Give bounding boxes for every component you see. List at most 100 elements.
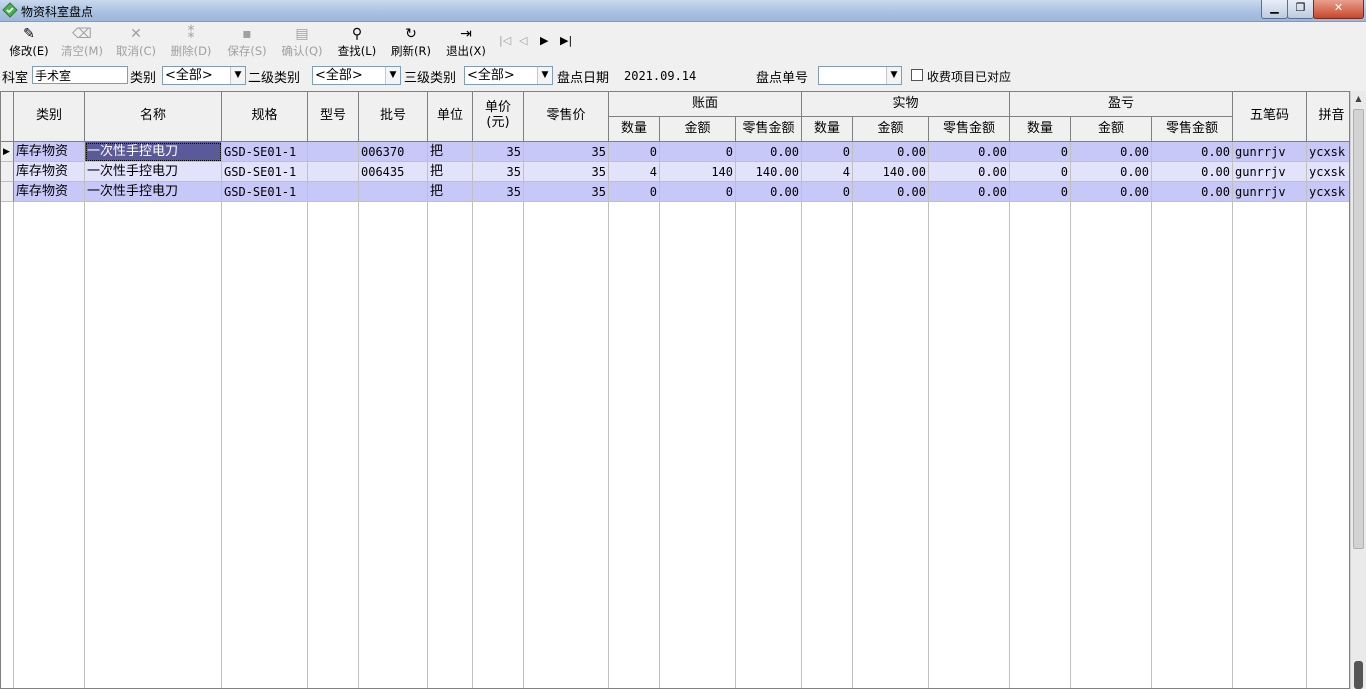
chevron-down-icon[interactable]: ▼	[385, 67, 400, 84]
cell-model[interactable]	[308, 162, 359, 182]
header-spec[interactable]: 规格	[222, 92, 308, 142]
cell-unit-price[interactable]: 35	[473, 162, 524, 182]
cell-real-amount[interactable]: 0.00	[853, 142, 929, 162]
chevron-down-icon[interactable]: ▼	[230, 67, 245, 84]
header-real-qty[interactable]: 数量	[802, 117, 853, 142]
cell-diff-qty[interactable]: 0	[1010, 162, 1071, 182]
cell-diff-amount[interactable]: 0.00	[1071, 162, 1152, 182]
cell-diff-qty[interactable]: 0	[1010, 182, 1071, 202]
cell-category[interactable]: 库存物资	[14, 142, 85, 162]
cell-diff-retail[interactable]: 0.00	[1152, 162, 1233, 182]
header-pinyin[interactable]: 拼音	[1307, 92, 1349, 142]
header-real-amount[interactable]: 金额	[853, 117, 929, 142]
level2-select[interactable]: <全部> ▼	[312, 66, 401, 85]
cell-diff-retail[interactable]: 0.00	[1152, 182, 1233, 202]
refresh-button[interactable]: ↻ 刷新(R)	[386, 26, 436, 59]
order-select[interactable]: ▼	[818, 66, 902, 85]
cell-wubi[interactable]: gunrrjv	[1233, 162, 1307, 182]
header-name[interactable]: 名称	[85, 92, 222, 142]
cell-spec[interactable]: GSD-SE01-1	[222, 182, 308, 202]
cell-pinyin[interactable]: ycxsk	[1307, 162, 1349, 182]
scroll-thumb[interactable]	[1353, 109, 1364, 549]
cell-batch[interactable]	[359, 182, 428, 202]
maximize-button[interactable]: ❐	[1287, 0, 1314, 19]
cell-retail-price[interactable]: 35	[524, 142, 609, 162]
cell-unit-price[interactable]: 35	[473, 142, 524, 162]
last-record-icon[interactable]: ▶|	[560, 34, 572, 47]
edit-button[interactable]: ✎ 修改(E)	[4, 26, 54, 59]
table-row[interactable]: ▶ 库存物资 一次性手控电刀 GSD-SE01-1 006370 把 35 35 0 0 0.00 0…	[1, 142, 1349, 162]
cell-diff-qty[interactable]: 0	[1010, 142, 1071, 162]
header-real-retail[interactable]: 零售金额	[929, 117, 1010, 142]
cell-real-retail[interactable]: 0.00	[929, 142, 1010, 162]
date-field[interactable]: 2021.09.14	[621, 66, 705, 84]
cell-book-retail[interactable]: 140.00	[736, 162, 802, 182]
header-diff-amount[interactable]: 金额	[1071, 117, 1152, 142]
cell-book-amount[interactable]: 0	[660, 182, 736, 202]
cell-model[interactable]	[308, 142, 359, 162]
cell-model[interactable]	[308, 182, 359, 202]
cell-book-amount[interactable]: 140	[660, 162, 736, 182]
cell-category[interactable]: 库存物资	[14, 162, 85, 182]
cell-wubi[interactable]: gunrrjv	[1233, 142, 1307, 162]
cell-batch[interactable]: 006435	[359, 162, 428, 182]
next-record-icon[interactable]: ▶	[540, 34, 548, 47]
header-book-amount[interactable]: 金额	[660, 117, 736, 142]
prev-record-icon[interactable]: ◁	[519, 34, 527, 47]
cell-book-retail[interactable]: 0.00	[736, 182, 802, 202]
vertical-scrollbar[interactable]: ▲	[1350, 91, 1366, 689]
header-category[interactable]: 类别	[14, 92, 85, 142]
cell-real-qty[interactable]: 0	[802, 182, 853, 202]
cell-retail-price[interactable]: 35	[524, 182, 609, 202]
header-model[interactable]: 型号	[308, 92, 359, 142]
cell-name[interactable]: 一次性手控电刀	[85, 162, 222, 182]
cell-unit[interactable]: 把	[428, 162, 473, 182]
header-unit[interactable]: 单位	[428, 92, 473, 142]
scroll-thumb-lower[interactable]	[1354, 661, 1363, 689]
header-book-retail[interactable]: 零售金额	[736, 117, 802, 142]
cell-batch[interactable]: 006370	[359, 142, 428, 162]
cell-retail-price[interactable]: 35	[524, 162, 609, 182]
cancel-button[interactable]: ✕ 取消(C)	[111, 26, 161, 59]
save-button[interactable]: ▪ 保存(S)	[222, 26, 272, 59]
confirm-button[interactable]: ▤ 确认(Q)	[277, 26, 327, 59]
cell-book-amount[interactable]: 0	[660, 142, 736, 162]
cell-diff-amount[interactable]: 0.00	[1071, 182, 1152, 202]
header-unit-price[interactable]: 单价(元)	[473, 92, 524, 142]
exit-button[interactable]: ⇥ 退出(X)	[441, 26, 491, 59]
table-row[interactable]: 库存物资 一次性手控电刀 GSD-SE01-1 把 35 35 0 0 0.00 0 0.00 0.0…	[1, 182, 1349, 202]
level3-select[interactable]: <全部> ▼	[464, 66, 553, 85]
cell-real-retail[interactable]: 0.00	[929, 182, 1010, 202]
header-book-qty[interactable]: 数量	[609, 117, 660, 142]
cell-spec[interactable]: GSD-SE01-1	[222, 162, 308, 182]
cell-real-retail[interactable]: 0.00	[929, 162, 1010, 182]
cell-diff-amount[interactable]: 0.00	[1071, 142, 1152, 162]
minimize-button[interactable]: ▁	[1261, 0, 1288, 19]
scroll-up-icon[interactable]: ▲	[1351, 91, 1366, 107]
cell-book-qty[interactable]: 0	[609, 142, 660, 162]
delete-button[interactable]: ⁑ 删除(D)	[166, 26, 216, 59]
clear-button[interactable]: ⌫ 清空(M)	[57, 26, 107, 59]
cell-spec[interactable]: GSD-SE01-1	[222, 142, 308, 162]
cell-real-amount[interactable]: 0.00	[853, 182, 929, 202]
cell-pinyin[interactable]: ycxsk	[1307, 182, 1349, 202]
dept-field[interactable]: 手术室	[32, 66, 128, 84]
table-row[interactable]: 库存物资 一次性手控电刀 GSD-SE01-1 006435 把 35 35 4 140 140.…	[1, 162, 1349, 182]
header-batch[interactable]: 批号	[359, 92, 428, 142]
cell-category[interactable]: 库存物资	[14, 182, 85, 202]
category-select[interactable]: <全部> ▼	[162, 66, 246, 85]
cell-unit[interactable]: 把	[428, 182, 473, 202]
cell-real-amount[interactable]: 140.00	[853, 162, 929, 182]
header-diff-retail[interactable]: 零售金额	[1152, 117, 1233, 142]
header-retail-price[interactable]: 零售价	[524, 92, 609, 142]
cell-unit-price[interactable]: 35	[473, 182, 524, 202]
cell-real-qty[interactable]: 4	[802, 162, 853, 182]
cell-wubi[interactable]: gunrrjv	[1233, 182, 1307, 202]
header-diff-qty[interactable]: 数量	[1010, 117, 1071, 142]
cell-diff-retail[interactable]: 0.00	[1152, 142, 1233, 162]
cell-book-retail[interactable]: 0.00	[736, 142, 802, 162]
cell-name[interactable]: 一次性手控电刀	[85, 142, 222, 162]
cell-unit[interactable]: 把	[428, 142, 473, 162]
cell-pinyin[interactable]: ycxsk	[1307, 142, 1349, 162]
search-button[interactable]: ⚲ 查找(L)	[332, 26, 382, 59]
